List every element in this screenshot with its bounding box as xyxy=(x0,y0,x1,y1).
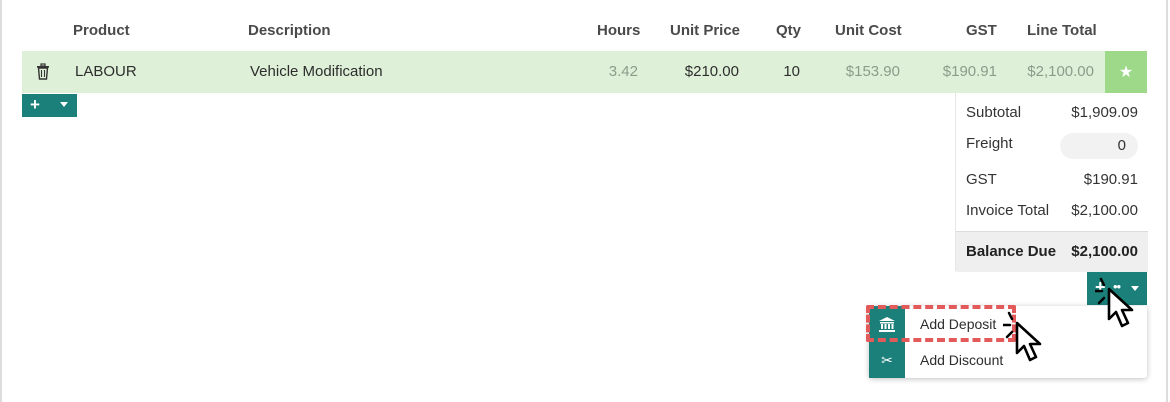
subtotal-label: Subtotal xyxy=(966,104,1022,121)
row-gst: $190.91 xyxy=(942,63,997,80)
scissors-icon: ✂ xyxy=(869,342,905,378)
invoice-total-label: Invoice Total xyxy=(966,202,1050,219)
gst-label: GST xyxy=(966,171,997,188)
header-line-total: Line Total xyxy=(1027,22,1097,39)
chevron-down-icon[interactable] xyxy=(60,102,68,107)
row-unit-price[interactable]: $210.00 xyxy=(685,63,739,80)
row-description[interactable]: Vehicle Modification xyxy=(250,63,383,80)
cursor-icon xyxy=(1095,277,1134,328)
add-line-button[interactable]: + xyxy=(22,94,77,117)
freight-label: Freight xyxy=(966,135,1013,152)
header-product: Product xyxy=(73,22,130,39)
plus-icon: + xyxy=(30,95,40,114)
totals-panel: Subtotal $1,909.09 Freight 0 GST $190.91… xyxy=(955,93,1148,272)
star-icon: ★ xyxy=(1118,64,1134,81)
header-hours: Hours xyxy=(597,22,641,39)
header-description: Description xyxy=(248,22,331,39)
trash-icon[interactable] xyxy=(36,63,50,81)
row-qty[interactable]: 10 xyxy=(783,63,800,80)
row-line-total: $2,100.00 xyxy=(1027,63,1094,80)
row-hours: 3.42 xyxy=(608,63,638,80)
table-row[interactable]: LABOUR Vehicle Modification 3.42 $210.00… xyxy=(22,51,1147,93)
header-gst: GST xyxy=(966,22,997,39)
cursor-icon xyxy=(1003,311,1042,362)
invoice-total-value: $2,100.00 xyxy=(1071,202,1138,219)
row-star-button[interactable]: ★ xyxy=(1105,51,1147,93)
freight-input[interactable]: 0 xyxy=(1060,133,1138,159)
header-unit-price: Unit Price xyxy=(670,22,741,39)
menu-item-label[interactable]: Add Discount xyxy=(920,352,1003,368)
row-product[interactable]: LABOUR xyxy=(75,63,137,80)
header-unit-cost: Unit Cost xyxy=(835,22,902,39)
freight-value[interactable]: 0 xyxy=(1118,137,1126,154)
callout-highlight xyxy=(866,305,1016,342)
balance-due-row: Balance Due $2,100.00 xyxy=(956,231,1148,272)
header-qty: Qty xyxy=(776,22,802,39)
balance-due-label: Balance Due xyxy=(966,243,1057,260)
balance-due-value: $2,100.00 xyxy=(1071,243,1138,260)
subtotal-value: $1,909.09 xyxy=(1071,104,1138,121)
row-unit-cost: $153.90 xyxy=(845,63,900,80)
gst-value: $190.91 xyxy=(1083,171,1138,188)
